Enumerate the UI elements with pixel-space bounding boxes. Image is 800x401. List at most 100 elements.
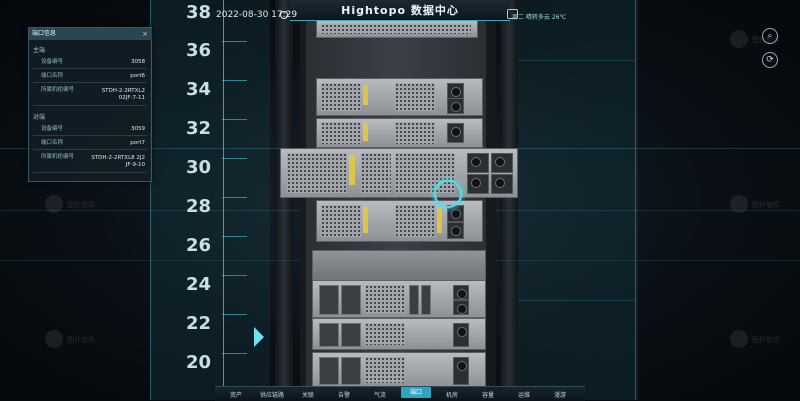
nav-item[interactable]: 容量 — [473, 390, 503, 399]
row-key: 设备编号 — [41, 126, 64, 132]
grid-line — [518, 60, 635, 61]
server-unit[interactable] — [316, 200, 483, 242]
nav-item[interactable]: 资产 — [221, 390, 251, 399]
row-value: STDH-2-2RTXL2 02JF-7-11 — [101, 88, 145, 101]
vent-grille — [395, 122, 435, 144]
power-supply — [453, 357, 469, 385]
power-supply — [447, 123, 464, 143]
info-row: 端口名称 port7 — [33, 138, 147, 150]
vent-grille — [321, 83, 361, 111]
refresh-icon[interactable]: ⟳ — [762, 52, 778, 68]
info-row: 所属机柜编号 STDH-2-2RTXL2 02JF-7-11 — [33, 85, 147, 106]
ruler-minor-tick — [222, 236, 247, 237]
server-unit[interactable] — [316, 20, 478, 38]
grid-line — [518, 300, 635, 301]
grid-line — [635, 0, 636, 400]
vent-grille — [321, 24, 471, 34]
row-key: 端口名称 — [41, 73, 64, 79]
nav-item[interactable]: 漫游 — [545, 390, 575, 399]
selected-server-unit[interactable] — [280, 148, 518, 198]
section-heading: 对端 — [33, 114, 46, 121]
left-pillar — [275, 0, 293, 400]
vent-grille — [395, 205, 435, 237]
release-tab — [437, 207, 442, 233]
ruler-tick: 22 — [186, 313, 212, 334]
row-value: port7 — [130, 140, 145, 146]
vent-grille — [287, 153, 347, 193]
power-supply — [447, 222, 464, 239]
vent-grille — [365, 357, 405, 383]
clock-icon — [280, 11, 288, 19]
row-key: 设备编号 — [41, 59, 64, 65]
ruler-minor-tick — [222, 275, 247, 276]
release-tab — [363, 207, 368, 233]
drive-bay — [341, 285, 361, 315]
ruler-tick: 20 — [186, 352, 212, 373]
brand-name: Hightopo — [341, 4, 407, 17]
drive-bay — [409, 285, 419, 315]
app-title: Hightopo 数据中心 — [290, 2, 510, 18]
nav-item-active[interactable]: 端口 — [401, 387, 431, 398]
row-value: 3059 — [131, 126, 145, 132]
ruler-tick: 30 — [186, 157, 212, 178]
drive-bay — [319, 357, 339, 385]
ruler-drag-handle[interactable] — [254, 327, 264, 347]
release-tab — [363, 85, 368, 105]
drive-bay — [341, 357, 361, 385]
close-icon[interactable]: × — [142, 30, 148, 38]
server-unit[interactable] — [312, 352, 486, 388]
info-row: 设备编号 3059 — [33, 124, 147, 136]
power-supply — [467, 174, 489, 194]
ruler-axis — [223, 0, 224, 400]
section-heading: 主端 — [33, 47, 46, 54]
server-unit[interactable] — [312, 318, 486, 350]
vent-grille — [365, 323, 405, 345]
height-ruler: 38 36 34 32 30 28 26 24 22 20 — [158, 0, 389, 400]
drive-bay — [421, 285, 431, 315]
watermark-text: 图扑软件 — [752, 336, 780, 344]
nav-item[interactable]: 运维 — [509, 390, 539, 399]
row-key: 端口名称 — [41, 140, 64, 146]
panel-title: 端口信息 — [29, 28, 152, 40]
nav-item[interactable]: 机房 — [437, 390, 467, 399]
nav-item[interactable]: 告警 — [329, 390, 359, 399]
server-unit[interactable] — [316, 118, 483, 148]
row-key: 所属机柜编号 — [41, 154, 75, 160]
info-row: 所属机柜编号 STDH-2-2RTXL8 2J2 JF-9-10 — [33, 152, 147, 173]
info-row: 端口名称 port6 — [33, 71, 147, 83]
rack-rail-right — [486, 20, 496, 400]
nav-item[interactable]: 供应链路 — [257, 390, 287, 399]
power-supply — [447, 98, 464, 114]
server-unit[interactable] — [316, 78, 483, 116]
nav-item[interactable]: 气流 — [365, 390, 395, 399]
ruler-tick: 26 — [186, 235, 212, 256]
title-bar: Hightopo 数据中心 — [290, 0, 510, 21]
watermark-text: 图扑软件 — [752, 201, 780, 209]
watermark-logo-icon — [730, 30, 748, 48]
nav-item[interactable]: 关联 — [293, 390, 323, 399]
ruler-tick: 32 — [186, 118, 212, 139]
vent-grille — [365, 285, 405, 313]
location-icon[interactable]: ⌕ — [762, 28, 778, 44]
vent-grille — [321, 205, 361, 237]
selected-port-marker[interactable] — [434, 180, 462, 208]
watermark-logo-icon — [730, 330, 748, 348]
row-key: 所属机柜编号 — [41, 87, 75, 93]
vent-grille — [321, 122, 361, 144]
server-top-cover — [312, 250, 486, 282]
ruler-minor-tick — [222, 80, 247, 81]
watermark-logo-icon — [45, 195, 63, 213]
release-tab — [349, 155, 355, 185]
ruler-tick: 36 — [186, 40, 212, 61]
ruler-minor-tick — [222, 314, 247, 315]
watermark-logo-icon — [730, 195, 748, 213]
power-supply — [453, 285, 469, 300]
release-tab — [363, 123, 368, 141]
row-value: 3058 — [131, 59, 145, 65]
refresh-glyph: ⟳ — [766, 55, 774, 65]
watermark-text: 图扑软件 — [67, 201, 95, 209]
vent-grille — [395, 83, 435, 111]
ruler-minor-tick — [222, 41, 247, 42]
power-supply — [453, 300, 469, 315]
server-unit[interactable] — [312, 280, 486, 318]
